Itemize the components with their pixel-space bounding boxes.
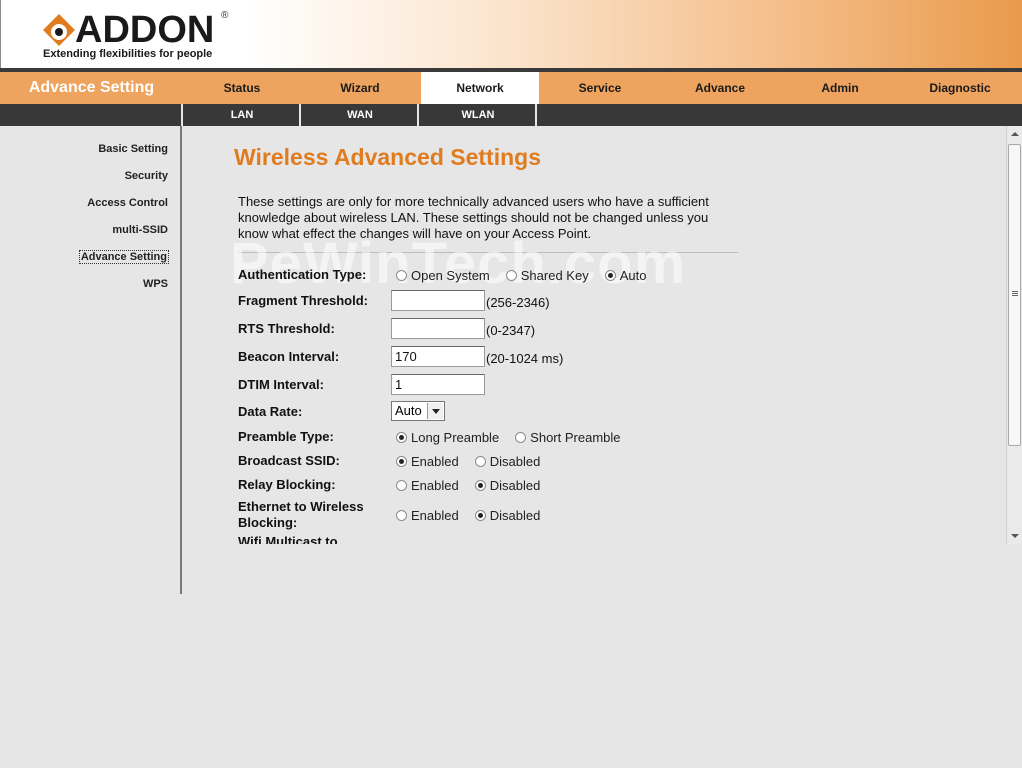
eth-wireless-blocking-options: Enabled Disabled: [396, 508, 556, 523]
beacon-interval-input[interactable]: [391, 346, 485, 367]
dtim-interval-input[interactable]: [391, 374, 485, 395]
scrollbar-thumb[interactable]: [1008, 144, 1021, 446]
brand-tagline: Extending flexibilities for people: [43, 48, 213, 60]
content-scrollbar[interactable]: [1006, 126, 1022, 544]
fragment-threshold-input[interactable]: [391, 290, 485, 311]
sidebar-item-wps[interactable]: WPS: [143, 278, 168, 290]
eth-wireless-blocking-label-line2: Blocking:: [238, 515, 298, 530]
auth-shared-key-label: Shared Key: [520, 268, 589, 283]
header-banner: ADDON ® Extending flexibilities for peop…: [0, 0, 1022, 68]
data-rate-value: Auto: [395, 403, 422, 418]
subnav-spacer: [0, 104, 183, 126]
preamble-long-option[interactable]: Long Preamble: [396, 430, 499, 445]
main-nav: Advance Setting Status Wizard Network Se…: [0, 72, 1022, 104]
broadcast-ssid-disabled-label: Disabled: [489, 454, 541, 469]
chevron-down-icon[interactable]: [427, 403, 443, 419]
auth-shared-key-radio[interactable]: [505, 270, 517, 281]
tab-admin[interactable]: Admin: [781, 72, 899, 104]
preamble-short-option[interactable]: Short Preamble: [515, 430, 621, 445]
watermark: PeWinTech.com: [230, 231, 687, 296]
beacon-interval-range: (20-1024 ms): [486, 351, 564, 366]
eth-wireless-disabled-option[interactable]: Disabled: [474, 508, 541, 523]
auth-open-system-label: Open System: [411, 268, 490, 283]
broadcast-ssid-options: Enabled Disabled: [396, 454, 556, 469]
relay-blocking-enabled-radio[interactable]: [396, 480, 407, 491]
fragment-threshold-label: Fragment Threshold:: [238, 293, 369, 308]
eth-wireless-disabled-radio[interactable]: [474, 510, 486, 521]
broadcast-ssid-label: Broadcast SSID:: [238, 453, 340, 468]
sidebar-item-multi-ssid[interactable]: multi-SSID: [112, 224, 168, 236]
fragment-threshold-range: (256-2346): [486, 295, 550, 310]
preamble-short-label: Short Preamble: [530, 430, 621, 445]
sub-nav: LAN WAN WLAN: [0, 104, 1022, 126]
preamble-long-label: Long Preamble: [411, 430, 500, 445]
scroll-down-icon[interactable]: [1007, 528, 1022, 544]
sidebar-item-basic-setting[interactable]: Basic Setting: [98, 143, 168, 155]
sidebar-item-security[interactable]: Security: [125, 170, 168, 182]
tab-service[interactable]: Service: [541, 72, 659, 104]
tab-status[interactable]: Status: [183, 72, 301, 104]
relay-blocking-disabled-label: Disabled: [489, 478, 541, 493]
subtab-lan[interactable]: LAN: [185, 104, 301, 126]
brand-name: ADDON: [75, 9, 215, 51]
relay-blocking-label: Relay Blocking:: [238, 477, 336, 492]
eth-wireless-enabled-radio[interactable]: [396, 510, 407, 521]
grip-icon: [1012, 291, 1018, 292]
preamble-short-radio[interactable]: [515, 432, 527, 443]
broadcast-ssid-disabled-radio[interactable]: [474, 456, 486, 467]
dtim-interval-label: DTIM Interval:: [238, 377, 324, 392]
preamble-type-options: Long Preamble Short Preamble: [396, 430, 637, 445]
eth-wireless-enabled-option[interactable]: Enabled: [396, 508, 459, 523]
page-title: Wireless Advanced Settings: [234, 144, 541, 170]
eth-wireless-enabled-label: Enabled: [411, 508, 459, 523]
auth-type-options: Open System Shared Key Auto: [396, 268, 662, 283]
preamble-type-label: Preamble Type:: [238, 429, 334, 444]
relay-blocking-disabled-option[interactable]: Disabled: [474, 478, 541, 493]
data-rate-select[interactable]: Auto: [391, 401, 445, 421]
auth-open-system-option[interactable]: Open System: [396, 268, 490, 283]
eth-wireless-disabled-label: Disabled: [489, 508, 541, 523]
sidebar: Basic Setting Security Access Control mu…: [0, 126, 182, 594]
beacon-interval-label: Beacon Interval:: [238, 349, 340, 364]
broadcast-ssid-enabled-label: Enabled: [411, 454, 459, 469]
preamble-long-radio[interactable]: [396, 432, 407, 443]
tab-diagnostic[interactable]: Diagnostic: [901, 72, 1019, 104]
data-rate-label: Data Rate:: [238, 404, 303, 419]
auth-shared-key-option[interactable]: Shared Key: [505, 268, 589, 283]
rts-threshold-label: RTS Threshold:: [238, 321, 335, 336]
subtab-wan[interactable]: WAN: [303, 104, 419, 126]
auth-open-system-radio[interactable]: [396, 270, 407, 281]
logo-mark-icon: [43, 14, 75, 46]
wifi-multicast-label: Wifi Multicast to: [238, 534, 338, 544]
relay-blocking-enabled-label: Enabled: [411, 478, 459, 493]
rts-threshold-input[interactable]: [391, 318, 485, 339]
auth-auto-label: Auto: [619, 268, 647, 283]
rts-threshold-range: (0-2347): [486, 323, 536, 338]
sidebar-item-access-control[interactable]: Access Control: [87, 197, 168, 209]
auth-auto-option[interactable]: Auto: [604, 268, 647, 283]
eth-wireless-blocking-label: Ethernet to Wireless Blocking:: [238, 499, 364, 531]
relay-blocking-enabled-option[interactable]: Enabled: [396, 478, 459, 493]
auth-auto-radio[interactable]: [604, 270, 616, 281]
tab-network[interactable]: Network: [421, 72, 539, 104]
section-title: Advance Setting: [28, 79, 155, 96]
broadcast-ssid-enabled-option[interactable]: Enabled: [396, 454, 459, 469]
brand-logo: ADDON ® Extending flexibilities for peop…: [41, 8, 241, 64]
content-pane: Wireless Advanced Settings These setting…: [184, 126, 1006, 544]
scroll-up-icon[interactable]: [1007, 126, 1022, 142]
eth-wireless-blocking-label-line1: Ethernet to Wireless: [238, 499, 364, 514]
auth-type-label: Authentication Type:: [238, 267, 367, 282]
relay-blocking-disabled-radio[interactable]: [474, 480, 486, 491]
brand-registered-mark: ®: [221, 10, 229, 21]
relay-blocking-options: Enabled Disabled: [396, 478, 556, 493]
sidebar-item-advance-setting[interactable]: Advance Setting: [78, 250, 170, 264]
subtab-wlan[interactable]: WLAN: [421, 104, 537, 126]
broadcast-ssid-disabled-option[interactable]: Disabled: [474, 454, 541, 469]
broadcast-ssid-enabled-radio[interactable]: [396, 456, 407, 467]
tab-advance[interactable]: Advance: [661, 72, 779, 104]
tab-wizard[interactable]: Wizard: [301, 72, 419, 104]
